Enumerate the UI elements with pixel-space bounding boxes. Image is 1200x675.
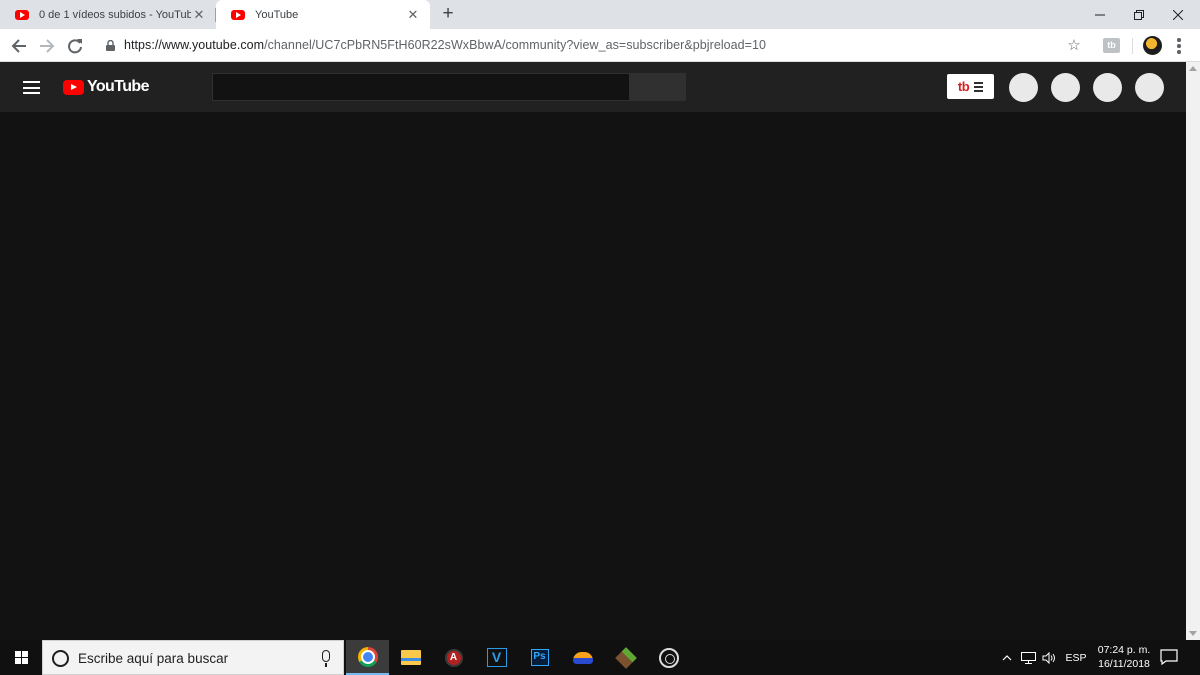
reload-icon bbox=[68, 39, 82, 54]
forward-button[interactable] bbox=[37, 36, 57, 56]
browser-menu-button[interactable] bbox=[1170, 37, 1188, 55]
microphone-icon[interactable] bbox=[322, 650, 330, 662]
minimize-icon bbox=[1095, 14, 1105, 15]
masthead-button-placeholder[interactable] bbox=[1093, 73, 1122, 102]
masthead-button-placeholder[interactable] bbox=[1135, 73, 1164, 102]
photoshop-icon: Ps bbox=[530, 649, 549, 666]
bookmark-star-icon[interactable]: ☆ bbox=[1065, 37, 1083, 55]
lock-icon[interactable] bbox=[106, 40, 115, 51]
arrow-right-icon bbox=[40, 39, 55, 53]
input-language-indicator[interactable]: ESP bbox=[1064, 640, 1088, 675]
browser-toolbar: https://www.youtube.com/channel/UC7cPbRN… bbox=[0, 29, 1200, 62]
action-center-icon[interactable] bbox=[1160, 649, 1178, 665]
minecraft-icon bbox=[614, 646, 637, 669]
tab-close-icon[interactable]: ✕ bbox=[191, 7, 207, 23]
start-button[interactable] bbox=[0, 640, 42, 675]
window-minimize-button[interactable] bbox=[1078, 0, 1122, 29]
taskbar-app-a[interactable]: A bbox=[432, 640, 475, 675]
taskbar-search-placeholder: Escribe aquí para buscar bbox=[78, 651, 229, 666]
taskbar-app-chrome[interactable] bbox=[346, 640, 389, 675]
search-input[interactable] bbox=[212, 73, 630, 101]
youtube-favicon-icon bbox=[231, 9, 245, 20]
network-icon bbox=[1020, 651, 1036, 664]
url-host: https://www.youtube.com bbox=[124, 38, 265, 52]
profile-avatar[interactable] bbox=[1143, 36, 1162, 55]
volume-button[interactable] bbox=[1040, 640, 1058, 675]
menu-lines-icon bbox=[974, 81, 984, 92]
youtube-play-icon bbox=[63, 79, 84, 95]
chrome-icon bbox=[357, 646, 378, 667]
browser-tab-youtube[interactable]: YouTube ✕ bbox=[216, 0, 430, 29]
network-button[interactable] bbox=[1019, 640, 1037, 675]
taskbar-app-photoshop[interactable]: Ps bbox=[518, 640, 561, 675]
youtube-logo[interactable]: YouTube bbox=[63, 77, 149, 97]
taskbar-app-minecraft[interactable] bbox=[604, 640, 647, 675]
taskbar-app-obs[interactable] bbox=[647, 640, 690, 675]
url-path: /channel/UC7cPbRN5FtH60R22sWxBbwA/commun… bbox=[264, 38, 767, 52]
youtube-masthead: YouTube tb bbox=[0, 62, 1186, 112]
tab-close-icon[interactable]: ✕ bbox=[405, 7, 421, 23]
speaker-icon bbox=[1042, 651, 1055, 664]
masthead-button-placeholder[interactable] bbox=[1051, 73, 1080, 102]
page-scrollbar[interactable] bbox=[1186, 62, 1200, 640]
scroll-up-arrow-icon[interactable] bbox=[1189, 66, 1197, 71]
taskbar-search-box[interactable]: Escribe aquí para buscar bbox=[42, 640, 344, 675]
file-explorer-icon bbox=[400, 650, 421, 665]
windows-logo-icon bbox=[14, 651, 28, 664]
youtube-logo-text: YouTube bbox=[87, 78, 149, 95]
toolbar-divider bbox=[1132, 38, 1133, 54]
browser-tab-uploads[interactable]: 0 de 1 vídeos subidos - YouTube ✕ bbox=[0, 0, 216, 29]
tubebuddy-label: tb bbox=[957, 79, 970, 94]
show-hidden-icons-button[interactable] bbox=[999, 640, 1015, 675]
restore-icon bbox=[1134, 9, 1144, 20]
new-tab-button[interactable]: + bbox=[438, 4, 458, 24]
chevron-up-icon bbox=[1002, 654, 1012, 660]
reload-button[interactable] bbox=[65, 36, 85, 56]
taskbar-clock[interactable]: 07:24 p. m. 16/11/2018 bbox=[1092, 643, 1156, 671]
address-bar[interactable]: https://www.youtube.com/channel/UC7cPbRN… bbox=[124, 38, 766, 52]
page-content: YouTube tb bbox=[0, 62, 1200, 640]
clock-time: 07:24 p. m. bbox=[1097, 644, 1151, 656]
taskbar-app-v[interactable]: V bbox=[475, 640, 518, 675]
back-button[interactable] bbox=[9, 36, 29, 56]
obs-icon bbox=[658, 647, 679, 668]
taskbar-app-orb[interactable] bbox=[561, 640, 604, 675]
tab-title: YouTube bbox=[255, 8, 299, 21]
tubebuddy-extension-icon[interactable]: tb bbox=[1103, 38, 1120, 53]
masthead-button-placeholder[interactable] bbox=[1009, 73, 1038, 102]
arrow-left-icon bbox=[11, 39, 26, 53]
youtube-favicon-icon bbox=[15, 9, 29, 20]
a-app-icon: A bbox=[444, 648, 463, 667]
cortana-icon bbox=[52, 650, 69, 667]
windows-taskbar: Escribe aquí para buscar A V Ps ESP 07:2… bbox=[0, 640, 1200, 675]
search-button[interactable] bbox=[629, 73, 686, 101]
window-restore-button[interactable] bbox=[1117, 0, 1161, 29]
microphone-stand bbox=[325, 663, 327, 667]
taskbar-app-file-explorer[interactable] bbox=[389, 640, 432, 675]
clock-date: 16/11/2018 bbox=[1098, 658, 1150, 670]
v-app-icon: V bbox=[486, 648, 507, 667]
guide-menu-button[interactable] bbox=[23, 81, 40, 94]
close-icon bbox=[1173, 9, 1183, 20]
tubebuddy-menu-button[interactable]: tb bbox=[947, 74, 994, 99]
window-close-button[interactable] bbox=[1156, 0, 1200, 29]
tab-title: 0 de 1 vídeos subidos - YouTube bbox=[39, 8, 191, 21]
orb-app-icon bbox=[572, 651, 593, 664]
browser-tab-strip: 0 de 1 vídeos subidos - YouTube ✕ YouTub… bbox=[0, 0, 1200, 29]
scroll-down-arrow-icon[interactable] bbox=[1189, 631, 1197, 636]
